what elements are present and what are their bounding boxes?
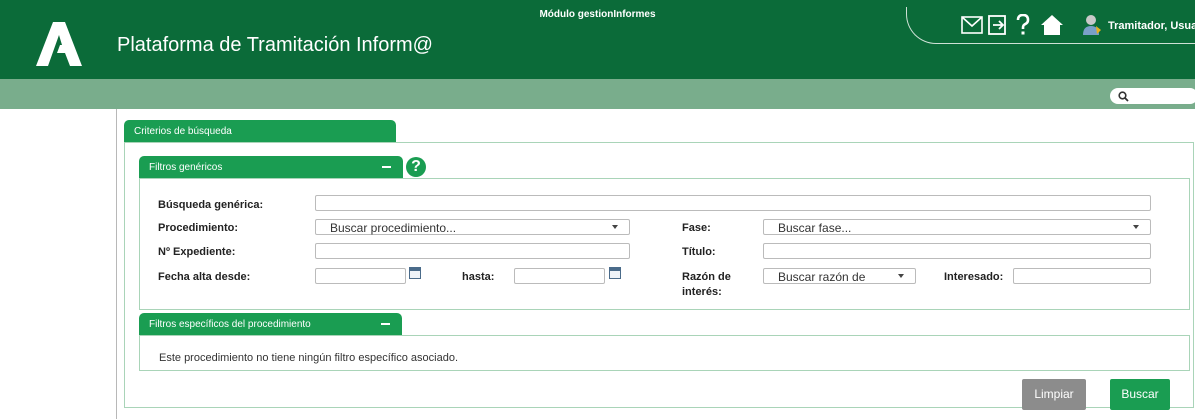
razon-interes-label-1: Razón de xyxy=(682,271,731,283)
fase-select[interactable]: Buscar fase... xyxy=(763,219,1151,235)
module-bar xyxy=(0,79,1195,109)
fase-placeholder: Buscar fase... xyxy=(778,221,852,235)
interesado-input[interactable] xyxy=(1013,268,1151,284)
tab-label: Criterios de búsqueda xyxy=(134,126,232,137)
titulo-input[interactable] xyxy=(763,243,1151,259)
question-icon[interactable]: ? xyxy=(406,157,426,177)
expediente-input[interactable] xyxy=(315,243,630,259)
module-title: Módulo gestionInformes xyxy=(539,9,656,20)
calendar-icon[interactable] xyxy=(409,267,421,279)
fecha-desde-input[interactable] xyxy=(315,268,406,284)
busqueda-generica-input[interactable] xyxy=(315,195,1151,211)
search-icon[interactable] xyxy=(1118,91,1129,102)
calendar-icon[interactable] xyxy=(609,267,621,279)
collapse-icon[interactable] xyxy=(381,323,390,325)
procedimiento-label: Procedimiento: xyxy=(158,222,239,234)
app-title: Plataforma de Tramitación Inform@ xyxy=(117,34,433,56)
titulo-label: Título: xyxy=(682,246,716,258)
expediente-label: Nº Expediente: xyxy=(158,246,236,258)
tab-label: Filtros específicos del procedimiento xyxy=(149,319,311,330)
collapse-icon[interactable] xyxy=(382,166,391,168)
razon-interes-label-2: interés: xyxy=(682,286,722,298)
tab-filtros-genericos[interactable]: Filtros genéricos xyxy=(139,156,403,178)
search-button[interactable]: Buscar xyxy=(1110,379,1170,410)
procedimiento-select[interactable]: Buscar procedimiento... xyxy=(315,219,630,235)
content-left-border xyxy=(116,109,117,419)
busqueda-generica-label: Búsqueda genérica: xyxy=(158,199,264,211)
tab-criterios-busqueda[interactable]: Criterios de búsqueda xyxy=(124,120,396,142)
chevron-down-icon xyxy=(898,274,904,278)
fecha-hasta-input[interactable] xyxy=(514,268,605,284)
clear-button[interactable]: Limpiar xyxy=(1022,379,1086,410)
no-specific-filter-message: Este procedimiento no tiene ningún filtr… xyxy=(159,352,459,364)
tab-filtros-especificos[interactable]: Filtros específicos del procedimiento xyxy=(139,313,402,335)
fase-label: Fase: xyxy=(682,222,711,234)
razon-placeholder: Buscar razón de xyxy=(778,270,866,284)
chevron-down-icon xyxy=(1133,225,1139,229)
chevron-down-icon xyxy=(612,225,618,229)
hasta-label: hasta: xyxy=(462,271,495,283)
interesado-label: Interesado: xyxy=(944,271,1004,283)
procedimiento-placeholder: Buscar procedimiento... xyxy=(330,221,457,235)
fecha-alta-desde-label: Fecha alta desde: xyxy=(158,271,251,283)
user-name[interactable]: Tramitador, Usuar xyxy=(1108,20,1195,32)
junta-logo xyxy=(36,22,82,66)
tab-label: Filtros genéricos xyxy=(149,162,223,173)
razon-interes-select[interactable]: Buscar razón de xyxy=(763,268,916,284)
